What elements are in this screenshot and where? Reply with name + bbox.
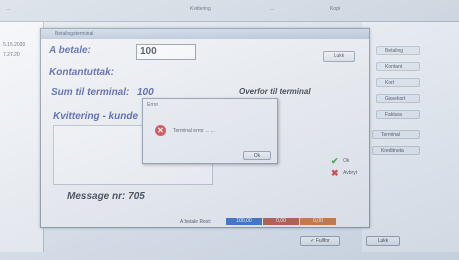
side-item-kontant[interactable]: Kontant [376, 62, 420, 71]
bar-orange: 0,00 [300, 218, 336, 225]
side-item-kreditnota[interactable]: Kreditnota [372, 146, 420, 155]
kvittering-label: Kvittering - kunde [53, 111, 139, 122]
bar-red: 0,00 [263, 218, 299, 225]
error-popup: Error ✕ Terminal error ... ... Ok [142, 98, 278, 164]
sum-terminal-label: Sum til terminal: [51, 87, 130, 98]
left-pane: 5.15.2020 7.27.20 [0, 22, 44, 252]
cancel-x-icon: ✖ [331, 168, 339, 178]
sum-terminal-value: 100 [137, 87, 154, 98]
left-time-1: 5.15.2020 [3, 42, 26, 48]
a-betale-field[interactable]: 100 [136, 44, 196, 60]
error-ok-button[interactable]: Ok [243, 151, 271, 160]
side-item-betaling[interactable]: Betaling [376, 46, 420, 55]
kontantuttak-label: Kontantuttak: [49, 67, 114, 78]
error-text: Terminal error ... ... [173, 128, 215, 134]
right-pane: Betaling Kontant Kort Gavekort Faktura T… [362, 22, 459, 252]
ok-check-icon: ✔ [331, 156, 339, 166]
ok-label[interactable]: Ok [343, 158, 349, 164]
dialog-title: Betalingsterminal [41, 29, 369, 39]
lukk-bottom-button[interactable]: Lukk [366, 236, 400, 246]
top-tab-4[interactable]: Kopi [330, 6, 340, 12]
top-toolbar: ... Kvittering ... Kopi [0, 0, 459, 22]
bar-blue: 100,00 [226, 218, 262, 225]
side-item-faktura[interactable]: Faktura [376, 110, 420, 119]
error-icon: ✕ [155, 125, 166, 136]
side-item-kort[interactable]: Kort [376, 78, 420, 87]
error-popup-title: Error [147, 102, 159, 108]
a-betale-label: A betale: [49, 45, 91, 56]
left-time-2: 7.27.20 [3, 52, 20, 58]
top-tab-2[interactable]: Kvittering [190, 6, 211, 12]
fullfor-label: Fullfor [315, 238, 330, 244]
top-tab-1[interactable]: ... [6, 6, 10, 12]
fullfor-button[interactable]: ✔ Fullfor [300, 236, 340, 246]
a-betale-rest-label: A betale Rest: [180, 219, 212, 225]
side-item-gavekort[interactable]: Gavekort [376, 94, 420, 103]
side-item-terminal[interactable]: Terminal [372, 130, 420, 139]
message-label: Message nr: 705 [67, 191, 145, 202]
overfor-terminal-label: Overfor til terminal [239, 87, 311, 96]
avbryt-label[interactable]: Avbryt [343, 170, 357, 176]
lukk-dialog-button[interactable]: Lukk [323, 51, 355, 62]
top-tab-3[interactable]: ... [270, 6, 274, 12]
